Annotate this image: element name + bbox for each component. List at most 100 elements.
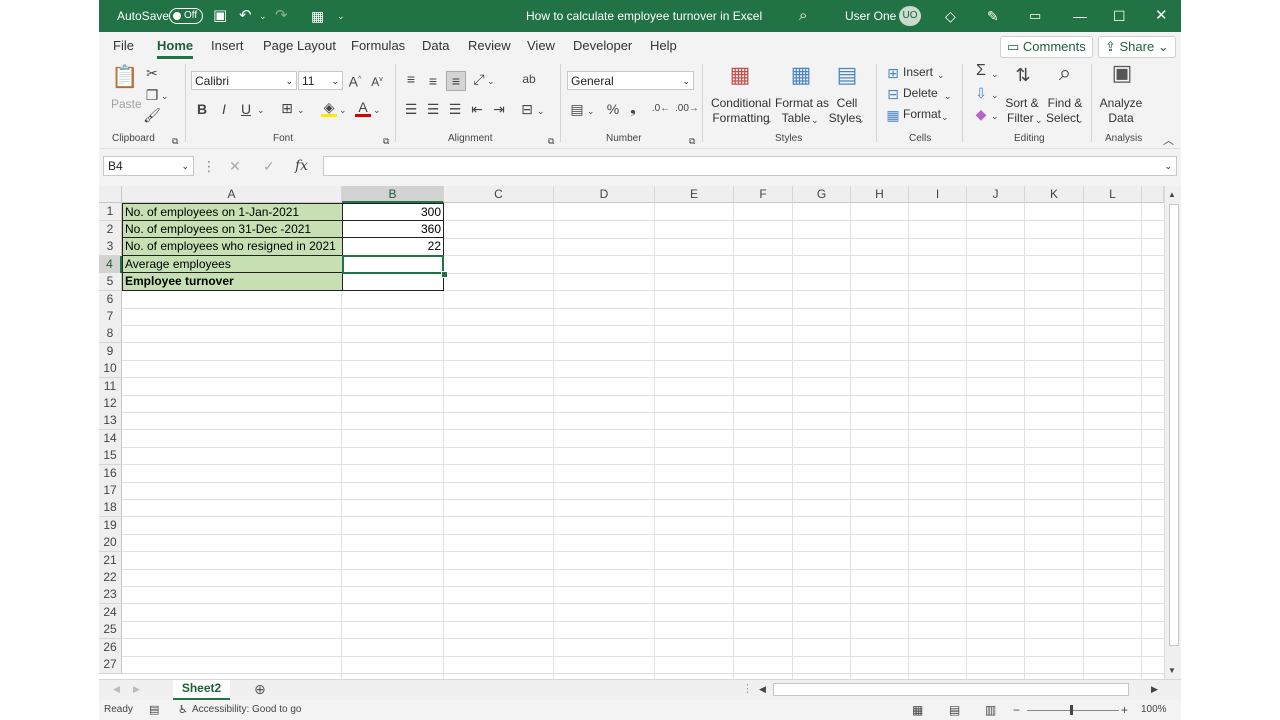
copy-icon[interactable]: ❐ (143, 86, 161, 104)
sort-filter-icon[interactable]: ⇅ (1009, 66, 1037, 92)
orientation-icon[interactable]: ⤢ (471, 70, 487, 88)
accounting-dropdown-icon[interactable]: ⌄ (587, 102, 595, 120)
collapse-ribbon-icon[interactable]: ︿ (1163, 132, 1174, 150)
wrap-text-icon[interactable]: ab (521, 70, 537, 88)
next-sheet-icon[interactable]: ▶ (133, 680, 140, 698)
cell-a5[interactable]: Employee turnover (122, 273, 343, 291)
analyze-data-line2[interactable]: Data (1097, 111, 1145, 125)
zoom-out-icon[interactable]: − (1013, 700, 1020, 720)
pen-icon[interactable]: ✎ (987, 0, 999, 32)
row-header-21[interactable]: 21 (99, 552, 122, 570)
font-launcher-icon[interactable]: ⧉ (383, 132, 389, 150)
clear-dropdown-icon[interactable]: ⌄ (991, 107, 999, 125)
fill-icon[interactable]: ⇩ (973, 84, 989, 102)
scroll-down-icon[interactable]: ▼ (1168, 662, 1176, 680)
page-break-view-icon[interactable]: ▥ (985, 700, 996, 720)
row-header-11[interactable]: 11 (99, 378, 122, 396)
column-header-b[interactable]: B (342, 186, 444, 203)
column-header-k[interactable]: K (1025, 186, 1084, 203)
font-color-dropdown-icon[interactable]: ⌄ (373, 101, 381, 119)
insert-button[interactable]: Insert (903, 65, 933, 79)
row-header-3[interactable]: 3 (99, 238, 122, 256)
zoom-slider[interactable] (1027, 710, 1119, 711)
sheet-tab-sheet2[interactable]: Sheet2 (173, 680, 230, 700)
document-title[interactable]: How to calculate employee turnover in Ex… (526, 0, 762, 32)
align-left-icon[interactable]: ☰ (403, 100, 419, 118)
accessibility-status[interactable]: Accessibility: Good to go (192, 700, 302, 720)
column-header-d[interactable]: D (554, 186, 655, 203)
format-painter-icon[interactable]: 🖌 (143, 106, 161, 124)
alignment-launcher-icon[interactable]: ⧉ (548, 132, 554, 150)
fill-color-icon[interactable]: ◈ (321, 98, 337, 117)
conditional-dropdown-icon[interactable]: ⌄ (765, 111, 773, 129)
align-right-icon[interactable]: ☰ (447, 100, 463, 118)
redo-icon[interactable]: ↷ (275, 0, 288, 32)
column-header-i[interactable]: I (909, 186, 967, 203)
format-dropdown-icon[interactable]: ⌄ (941, 108, 949, 126)
row-header-27[interactable]: 27 (99, 656, 122, 674)
cell-a2[interactable]: No. of employees on 31-Dec -2021 (122, 221, 343, 238)
undo-icon[interactable]: ↶ (239, 0, 252, 32)
ribbon-display-icon[interactable]: ▭ (1029, 0, 1041, 32)
italic-icon[interactable]: I (217, 100, 231, 118)
tab-data[interactable]: Data (422, 32, 449, 60)
zoom-in-icon[interactable]: + (1121, 700, 1128, 720)
align-center-icon[interactable]: ☰ (425, 100, 441, 118)
find-dropdown-icon[interactable]: ⌄ (1076, 111, 1084, 129)
conditional-formatting-icon[interactable]: ▦ (727, 64, 753, 92)
underline-icon[interactable]: U (239, 100, 253, 118)
format-button[interactable]: Format (903, 107, 941, 121)
row-header-8[interactable]: 8 (99, 325, 122, 343)
customize-toolbar-icon[interactable]: ⌄ (337, 0, 345, 32)
align-middle-icon[interactable]: ≡ (425, 72, 441, 90)
column-header-e[interactable]: E (655, 186, 734, 203)
save-icon[interactable]: ▣ (213, 0, 227, 32)
new-sheet-icon[interactable]: ⊕ (254, 680, 266, 698)
accounting-format-icon[interactable]: ▤ (569, 100, 585, 118)
cell-b3[interactable]: 22 (342, 238, 444, 256)
increase-indent-icon[interactable]: ⇥ (491, 100, 507, 118)
tab-home[interactable]: Home (157, 32, 194, 60)
cell-a1[interactable]: No. of employees on 1-Jan-2021 (122, 203, 343, 221)
scroll-up-icon[interactable]: ▲ (1168, 186, 1176, 204)
row-header-13[interactable]: 13 (99, 412, 122, 430)
analyze-data-line1[interactable]: Analyze (1097, 96, 1145, 110)
number-launcher-icon[interactable]: ⧉ (689, 132, 695, 150)
search-icon[interactable]: ⌕ (799, 0, 807, 32)
format-as-table-line1[interactable]: Format as (775, 96, 829, 110)
column-header-a[interactable]: A (122, 186, 342, 203)
format-as-table-icon[interactable]: ▦ (788, 64, 814, 92)
worksheet-grid[interactable]: A B C D E F G H I J K L 1 2 3 4 5 6 7 8 9 10 11 12 13 14 15 16 17 18 1… (99, 186, 1164, 679)
form-icon[interactable]: ▦ (311, 0, 324, 32)
horizontal-scroll-thumb[interactable] (773, 683, 1129, 696)
row-header-22[interactable]: 22 (99, 569, 122, 587)
scroll-left-icon[interactable]: ◀ (759, 680, 766, 698)
cell-b1[interactable]: 300 (342, 203, 444, 221)
delete-button[interactable]: Delete (903, 86, 938, 100)
share-button[interactable]: ⇪ Share ⌄ (1098, 36, 1176, 58)
cancel-icon[interactable]: ✕ (229, 157, 241, 175)
analyze-data-icon[interactable]: ▣ (1107, 62, 1137, 92)
macro-record-icon[interactable]: ▤ (149, 700, 159, 720)
column-header-c[interactable]: C (444, 186, 554, 203)
enter-icon[interactable]: ✓ (263, 157, 275, 175)
row-header-4[interactable]: 4 (99, 256, 122, 274)
column-header-j[interactable]: J (967, 186, 1025, 203)
sort-filter-line2[interactable]: Filter (1007, 111, 1034, 125)
fill-dropdown-icon[interactable]: ⌄ (339, 101, 347, 119)
bold-icon[interactable]: B (195, 100, 209, 118)
autosave-toggle[interactable]: Off (169, 8, 203, 24)
select-all-corner[interactable] (99, 186, 122, 203)
merge-center-icon[interactable]: ⊟ (519, 100, 535, 118)
normal-view-icon[interactable]: ▦ (912, 700, 923, 720)
tab-insert[interactable]: Insert (211, 32, 244, 60)
row-header-9[interactable]: 9 (99, 343, 122, 361)
formula-input[interactable]: ⌄ (323, 156, 1177, 176)
minimize-icon[interactable]: — (1073, 0, 1087, 32)
row-header-25[interactable]: 25 (99, 621, 122, 639)
cell-b2[interactable]: 360 (342, 221, 444, 238)
page-layout-view-icon[interactable]: ▤ (949, 700, 960, 720)
copy-dropdown-icon[interactable]: ⌄ (161, 87, 169, 105)
tab-help[interactable]: Help (650, 32, 677, 60)
vertical-scroll-thumb[interactable] (1169, 204, 1179, 646)
